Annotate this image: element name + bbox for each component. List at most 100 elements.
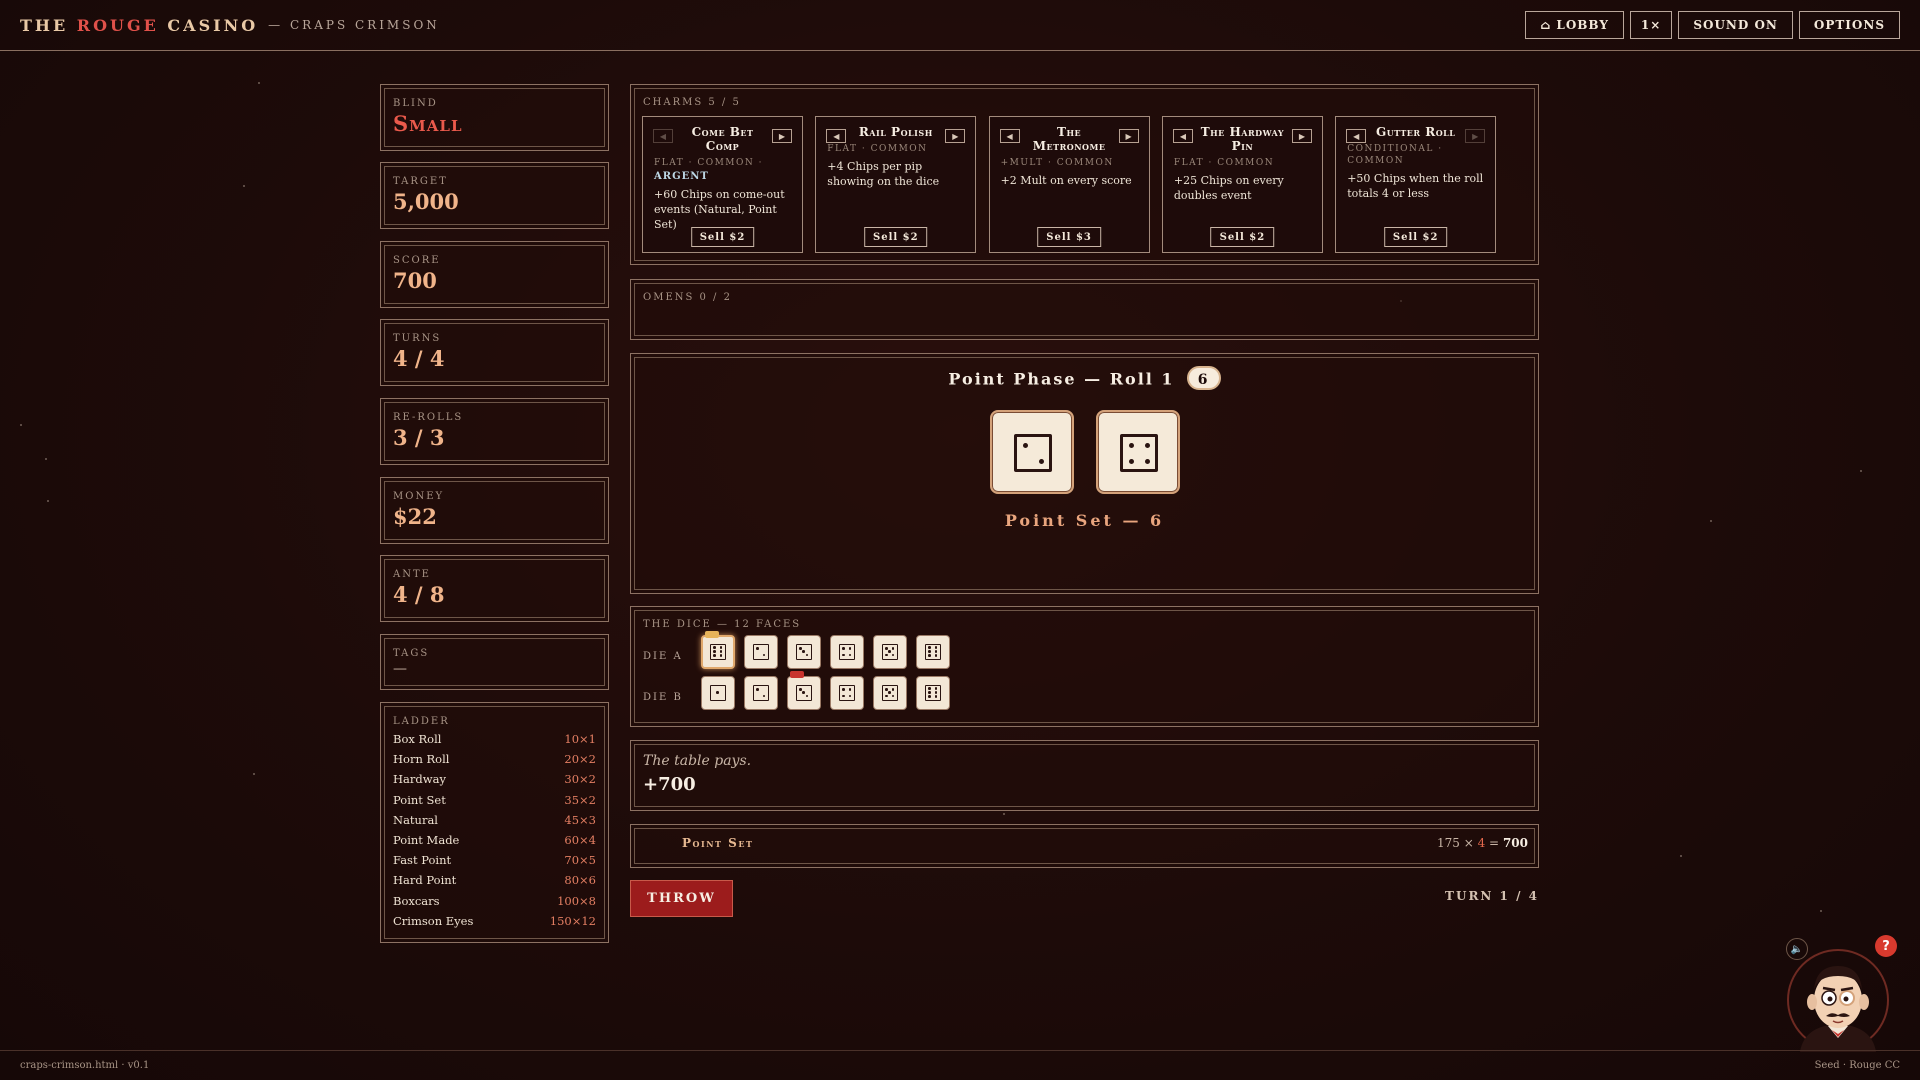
die-face-frame xyxy=(882,685,898,701)
tags-value: — xyxy=(393,661,407,677)
rerolls-panel: Re-Rolls 3 / 3 xyxy=(380,398,609,465)
help-button[interactable]: ? xyxy=(1875,935,1897,957)
ladder-row: Point Made 60×4 xyxy=(393,833,596,853)
pip xyxy=(888,650,891,653)
sell-charm-button[interactable]: Sell $3 xyxy=(1037,227,1101,247)
pip xyxy=(885,653,888,656)
ante-label: Ante xyxy=(393,569,431,580)
ladder-row: Fast Point 70×5 xyxy=(393,853,596,873)
pip xyxy=(719,646,722,649)
charm-rarity: Argent xyxy=(654,171,709,182)
charm-card[interactable]: ◀ ▶ Rail Polish Flat · Common +4 Chips pe… xyxy=(815,116,977,253)
ladder-hand-name: Natural xyxy=(393,812,438,827)
pip xyxy=(934,687,937,690)
move-right-arrow-icon[interactable]: ▶ xyxy=(1465,129,1486,143)
die-b-label: Die B xyxy=(643,692,683,703)
sell-charm-button[interactable]: Sell $2 xyxy=(690,227,755,247)
move-right-arrow-icon[interactable]: ▶ xyxy=(1118,129,1139,143)
charm-card[interactable]: ◀ ▶ Come Bet Comp Flat · Common · Argent +… xyxy=(642,116,803,253)
blind-label: Blind xyxy=(393,98,438,109)
die-a-label: Die A xyxy=(643,651,683,662)
die-a-face[interactable] xyxy=(873,635,907,669)
pip xyxy=(928,695,931,698)
die-a-face[interactable] xyxy=(830,635,864,669)
pip xyxy=(1038,458,1044,464)
pip xyxy=(848,694,851,697)
lobby-button[interactable]: ⌂ Lobby xyxy=(1525,11,1624,39)
charm-title: Rail Polish xyxy=(858,125,933,139)
die-face-frame xyxy=(1014,434,1052,472)
hand-calculation: 175 × 4 = 700 xyxy=(1436,836,1528,850)
die-face-frame xyxy=(753,644,769,660)
ladder-row: Horn Roll 20×2 xyxy=(393,752,596,772)
pip xyxy=(848,653,851,656)
die-a-face[interactable] xyxy=(916,635,950,669)
rolled-die[interactable] xyxy=(990,410,1074,494)
sell-charm-button[interactable]: Sell $2 xyxy=(1210,227,1275,247)
pip xyxy=(716,691,719,694)
phase-title: Point Phase — Roll 16 xyxy=(631,366,1538,392)
roll-total-badge: 6 xyxy=(1186,366,1221,390)
money-value: $22 xyxy=(393,504,437,529)
score-label: Score xyxy=(393,255,441,266)
ladder-row: Natural 45×3 xyxy=(393,813,596,833)
sound-toggle-button[interactable]: Sound On xyxy=(1678,11,1793,39)
payout-value: +700 xyxy=(643,774,696,795)
pip xyxy=(1128,458,1134,464)
move-right-arrow-icon[interactable]: ▶ xyxy=(945,129,966,143)
die-b-face[interactable] xyxy=(701,676,735,710)
rolled-die[interactable] xyxy=(1096,410,1180,494)
ladder-hand-name: Hardway xyxy=(393,772,446,787)
charm-card[interactable]: ◀ ▶ Gutter Roll Conditional · Common +50 … xyxy=(1335,116,1497,253)
die-a-face[interactable] xyxy=(787,635,821,669)
speed-button[interactable]: 1× xyxy=(1629,11,1673,39)
die-b-face[interactable] xyxy=(744,676,778,710)
pip xyxy=(1144,458,1150,464)
die-b-face[interactable] xyxy=(787,671,821,710)
charm-card[interactable]: ◀ ▶ The Hardway Pin Flat · Common +25 Chi… xyxy=(1161,116,1323,253)
turns-panel: Turns 4 / 4 xyxy=(380,319,609,386)
money-panel: Money $22 xyxy=(380,477,609,544)
die-face-frame xyxy=(710,685,726,701)
pip xyxy=(848,688,851,691)
move-left-arrow-icon[interactable]: ◀ xyxy=(1346,129,1367,143)
die-face-frame xyxy=(839,644,855,660)
die-b-face[interactable] xyxy=(873,676,907,710)
pip xyxy=(799,647,802,650)
move-left-arrow-icon[interactable]: ◀ xyxy=(653,129,673,143)
die-a-face[interactable] xyxy=(744,635,778,669)
move-left-arrow-icon[interactable]: ◀ xyxy=(1172,129,1193,143)
sell-charm-button[interactable]: Sell $2 xyxy=(1383,227,1448,247)
footer-bar: craps-crimson.html · v0.1 Seed · Rouge C… xyxy=(0,1050,1920,1080)
omens-panel: Omens 0 / 2 xyxy=(630,279,1539,340)
die-b-face[interactable] xyxy=(830,676,864,710)
options-button[interactable]: Options xyxy=(1798,11,1900,39)
pip xyxy=(888,691,891,694)
ante-value: 4 / 8 xyxy=(393,582,445,607)
pip xyxy=(842,688,845,691)
move-right-arrow-icon[interactable]: ▶ xyxy=(772,129,792,143)
tags-panel: Tags — xyxy=(380,634,609,690)
payout-text: The table pays. xyxy=(643,753,752,769)
charm-card[interactable]: ◀ ▶ The Metronome +Mult · Common +2 Mult … xyxy=(988,116,1150,253)
ladder-hand-value: 70×5 xyxy=(564,853,596,868)
die-b-face[interactable] xyxy=(916,676,950,710)
throw-button[interactable]: Throw xyxy=(630,880,733,917)
pip xyxy=(719,650,722,653)
ladder-row: Hardway 30×2 xyxy=(393,772,596,792)
turn-counter: Turn 1 / 4 xyxy=(1445,889,1539,903)
charm-type: Flat · Common xyxy=(827,144,928,154)
move-left-arrow-icon[interactable]: ◀ xyxy=(826,129,847,143)
move-right-arrow-icon[interactable]: ▶ xyxy=(1291,129,1312,143)
croupier-mascot-avatar[interactable] xyxy=(1786,942,1890,1052)
ladder-hand-value: 30×2 xyxy=(564,772,596,787)
die-a-face[interactable] xyxy=(701,631,735,669)
sell-charm-button[interactable]: Sell $2 xyxy=(864,227,928,247)
pip xyxy=(842,653,845,656)
pip xyxy=(842,694,845,697)
blind-value: Small xyxy=(393,111,463,136)
top-bar: The Rouge Casino — Craps Crimson ⌂ Lobby… xyxy=(0,0,1920,51)
rerolls-label: Re-Rolls xyxy=(393,412,464,423)
move-left-arrow-icon[interactable]: ◀ xyxy=(999,129,1020,143)
pip xyxy=(891,653,894,656)
